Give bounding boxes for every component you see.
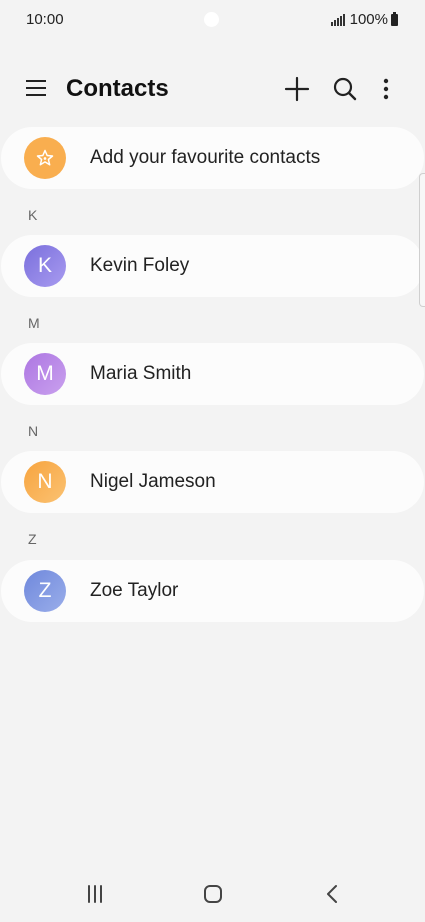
system-navigation-bar	[0, 866, 425, 922]
star-icon	[36, 149, 54, 166]
search-icon[interactable]	[332, 76, 358, 102]
signal-icon	[330, 13, 345, 26]
section-header-k: K	[28, 207, 38, 223]
add-favourites-label: Add your favourite contacts	[90, 147, 321, 168]
contact-avatar: Z	[24, 570, 66, 612]
add-contact-icon[interactable]	[284, 76, 310, 102]
status-time: 10:00	[26, 11, 64, 28]
contact-avatar: M	[24, 353, 66, 395]
contact-avatar: N	[24, 461, 66, 503]
contact-name: Maria Smith	[90, 363, 192, 384]
add-favourites-card[interactable]: Add your favourite contacts	[1, 127, 424, 189]
recent-apps-icon[interactable]	[86, 885, 104, 903]
contact-item-nigel-jameson[interactable]: N Nigel Jameson	[1, 451, 424, 513]
contact-item-kevin-foley[interactable]: K Kevin Foley	[1, 235, 424, 297]
contact-name: Kevin Foley	[90, 255, 190, 276]
app-toolbar: Contacts	[0, 66, 425, 114]
contact-name: Nigel Jameson	[90, 471, 216, 492]
status-indicators: 100%	[330, 11, 398, 28]
front-camera	[204, 12, 219, 27]
menu-icon[interactable]	[26, 80, 48, 98]
home-icon[interactable]	[203, 884, 223, 904]
favourites-avatar	[24, 137, 66, 179]
section-header-m: M	[28, 315, 40, 331]
page-title: Contacts	[66, 75, 169, 102]
scrollbar[interactable]	[419, 173, 425, 307]
section-header-n: N	[28, 423, 39, 439]
contact-item-maria-smith[interactable]: M Maria Smith	[1, 343, 424, 405]
back-icon[interactable]	[324, 884, 340, 904]
more-options-icon[interactable]	[376, 76, 396, 102]
contact-name: Zoe Taylor	[90, 580, 179, 601]
section-header-z: Z	[28, 531, 37, 547]
contact-avatar: K	[24, 245, 66, 287]
battery-percentage: 100%	[349, 11, 388, 28]
contact-item-zoe-taylor[interactable]: Z Zoe Taylor	[1, 560, 424, 622]
status-bar: 10:00 100%	[0, 0, 425, 40]
battery-icon	[391, 11, 398, 26]
